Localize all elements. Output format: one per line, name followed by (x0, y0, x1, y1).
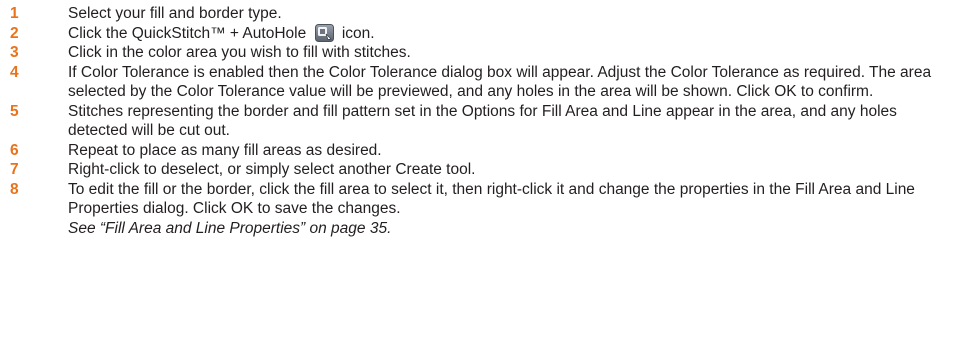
step-1: 1 Select your fill and border type. (0, 4, 958, 24)
step-number: 4 (10, 63, 19, 81)
step-7: 7 Right-click to deselect, or simply sel… (0, 160, 958, 180)
step-text: Select your fill and border type. (68, 5, 282, 22)
step-number: 8 (10, 180, 19, 198)
step-text: To edit the fill or the border, click th… (68, 180, 958, 239)
step-number: 1 (10, 5, 19, 22)
step-4: 4 If Color Tolerance is enabled then the… (0, 63, 958, 102)
step-text: Right-click to deselect, or simply selec… (68, 161, 476, 178)
step-text: Click in the color area you wish to fill… (68, 44, 411, 61)
step-text-after-icon: icon. (341, 24, 375, 42)
step-number: 2 (10, 24, 19, 42)
step-6: 6 Repeat to place as many fill areas as … (0, 141, 958, 161)
step-5: 5 Stitches representing the border and f… (0, 102, 958, 141)
step-8: 8 To edit the fill or the border, click … (0, 180, 958, 239)
instruction-steps: 1 Select your fill and border type. 2 Cl… (0, 0, 958, 238)
step-number: 6 (10, 141, 19, 159)
step-body: To edit the fill or the border, click th… (68, 180, 915, 218)
step-text: Stitches representing the border and fil… (68, 102, 897, 140)
step-text-before-icon: Click the QuickStitch™ + AutoHole (68, 24, 307, 42)
step-2: 2 Click the QuickStitch™ + AutoHole icon… (0, 23, 958, 44)
step-text: Click the QuickStitch™ + AutoHole icon. (68, 23, 958, 44)
step-number: 5 (10, 102, 19, 120)
cross-reference-link[interactable]: See “Fill Area and Line Properties” on p… (68, 219, 950, 239)
step-text: Repeat to place as many fill areas as de… (68, 141, 382, 159)
step-number: 7 (10, 161, 19, 178)
quickstitch-autohole-icon (314, 23, 334, 42)
step-number: 3 (10, 44, 19, 61)
step-3: 3 Click in the color area you wish to fi… (0, 43, 958, 63)
step-text: If Color Tolerance is enabled then the C… (68, 63, 932, 101)
